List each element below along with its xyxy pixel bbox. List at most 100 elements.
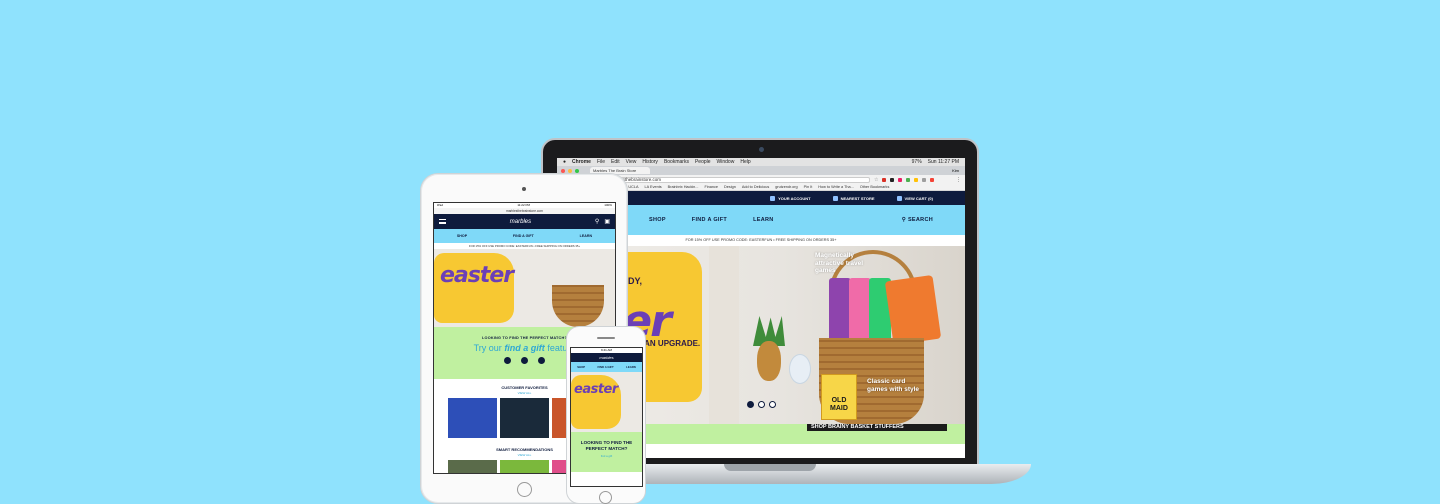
window-zoom-icon[interactable] [575,168,579,173]
nav-shop[interactable]: SHOP [457,234,467,238]
site-logo[interactable]: marbles [510,219,531,225]
bookmark-item[interactable]: How to Write a Tha... [818,185,854,189]
nav-learn[interactable]: LEARN [626,365,636,369]
carousel-dot[interactable] [747,401,754,408]
tablet-home-button[interactable] [517,482,532,497]
phone-speaker [597,337,615,339]
extension-icon[interactable] [890,177,895,182]
menu-people[interactable]: People [695,159,711,165]
extension-icon[interactable] [914,177,919,182]
gift-icon[interactable] [538,357,545,364]
menu-edit[interactable]: Edit [611,159,620,165]
phone-site-header: marbles [571,353,642,362]
bookmark-item[interactable]: Add to Delicious [742,185,769,189]
mac-menubar: ● Chrome File Edit View History Bookmark… [557,158,965,166]
product-image[interactable] [448,460,497,473]
bookmark-item[interactable]: Pin It [804,185,813,189]
bookmark-item[interactable]: Design [724,185,736,189]
product-image[interactable] [500,398,549,438]
extension-icon[interactable] [906,177,911,182]
site-logo[interactable]: marbles [599,355,613,360]
extension-icon[interactable] [898,177,903,182]
nav-find-a-gift[interactable]: FIND A GIFT [598,365,614,369]
menu-app[interactable]: Chrome [572,159,591,165]
location-pin-icon [832,195,838,201]
annotation-card-games: Classic card games with style [867,378,920,393]
status-device: iPad [437,203,444,207]
product-image[interactable] [448,398,497,438]
extension-icon[interactable] [930,177,935,182]
carousel-dots [747,401,776,408]
hero-headline: easter [574,382,618,397]
user-icon [770,195,776,201]
apple-icon[interactable]: ● [563,159,566,165]
status-battery: 100% [604,203,612,207]
annotation-travel-games: Magnetically attractive travel games [815,252,864,274]
nav-shop[interactable]: SHOP [577,365,585,369]
menu-view[interactable]: View [626,159,637,165]
star-icon[interactable]: ☆ [874,177,878,183]
egg-image [789,354,811,384]
match-question: LOOKING TO FIND THE PERFECT MATCH? [580,440,633,451]
tablet-camera [522,187,526,191]
product-image[interactable] [500,460,549,473]
tablet-site-header: marbles ⚲ ▣ [434,214,615,229]
bookmark-item[interactable]: grutzendr.org [775,185,797,189]
phone-nav: SHOP FIND A GIFT LEARN [571,362,642,372]
laptop-camera [759,147,764,152]
search-icon: ⚲ [901,217,907,223]
extension-icon[interactable] [922,177,927,182]
bookmark-item[interactable]: Brainbrix Hackin... [668,185,699,189]
carousel-dot[interactable] [758,401,765,408]
menu-history[interactable]: History [642,159,658,165]
menubar-clock[interactable]: Sun 11:27 PM [928,159,959,165]
phone-home-button[interactable] [599,491,612,504]
gender-icon[interactable] [521,357,528,364]
phone-device: 9:41 AM marbles SHOP FIND A GIFT LEARN e… [566,326,646,504]
menu-file[interactable]: File [597,159,605,165]
pineapple-image [757,341,781,381]
menu-bookmarks[interactable]: Bookmarks [664,159,689,165]
chrome-tab-strip: Marbles The Brain Store Kim [557,166,965,175]
find-gift-link[interactable]: find a gift [571,454,642,458]
menu-window[interactable]: Window [717,159,735,165]
nav-learn[interactable]: LEARN [753,217,773,223]
hero-carousel[interactable]: easter [571,372,642,432]
cart-icon[interactable]: ▣ [604,218,610,225]
chrome-menu-icon[interactable]: ⋮ [956,177,961,183]
person-icon[interactable] [504,357,511,364]
game-card-image [829,278,851,344]
bookmark-item[interactable]: UCLA [628,185,638,189]
menu-help[interactable]: Help [740,159,750,165]
account-link[interactable]: YOUR ACCOUNT [770,195,811,201]
extension-icon[interactable] [882,177,887,182]
bookmark-item[interactable]: Other Bookmarks [860,185,890,189]
cart-icon [896,195,902,201]
battery-status[interactable]: 97% [912,159,922,165]
search-icon[interactable]: ⚲ [595,218,599,225]
cart-link[interactable]: VIEW CART (0) [896,195,933,201]
hamburger-menu-icon[interactable] [439,219,446,224]
game-card-image [849,278,871,344]
nav-find-a-gift[interactable]: FIND A GIFT [513,234,534,238]
chair-image [709,246,739,424]
basket-image [552,285,604,327]
tablet-nav: SHOP FIND A GIFT LEARN [434,229,615,243]
bookmark-item[interactable]: Finance [704,185,718,189]
find-gift-section: LOOKING TO FIND THE PERFECT MATCH? find … [571,432,642,472]
profile-name[interactable]: Kim [952,168,959,173]
phone-screen: 9:41 AM marbles SHOP FIND A GIFT LEARN e… [570,347,643,487]
nav-find-a-gift[interactable]: FIND A GIFT [692,217,727,223]
store-link[interactable]: NEAREST STORE [832,195,875,201]
hero-headline: easter [440,263,514,288]
window-minimize-icon[interactable] [568,168,572,173]
window-close-icon[interactable] [561,168,565,173]
nav-shop[interactable]: SHOP [649,217,666,223]
laptop-notch [724,464,816,471]
nav-learn[interactable]: LEARN [580,234,592,238]
carousel-dot[interactable] [769,401,776,408]
bookmark-item[interactable]: LA Events [645,185,662,189]
hero-carousel[interactable]: easter [434,249,615,327]
stuffers-banner-link[interactable]: SHOP BRAINY BASKET STUFFERS [807,424,947,431]
search-button[interactable]: ⚲ SEARCH [902,217,933,223]
